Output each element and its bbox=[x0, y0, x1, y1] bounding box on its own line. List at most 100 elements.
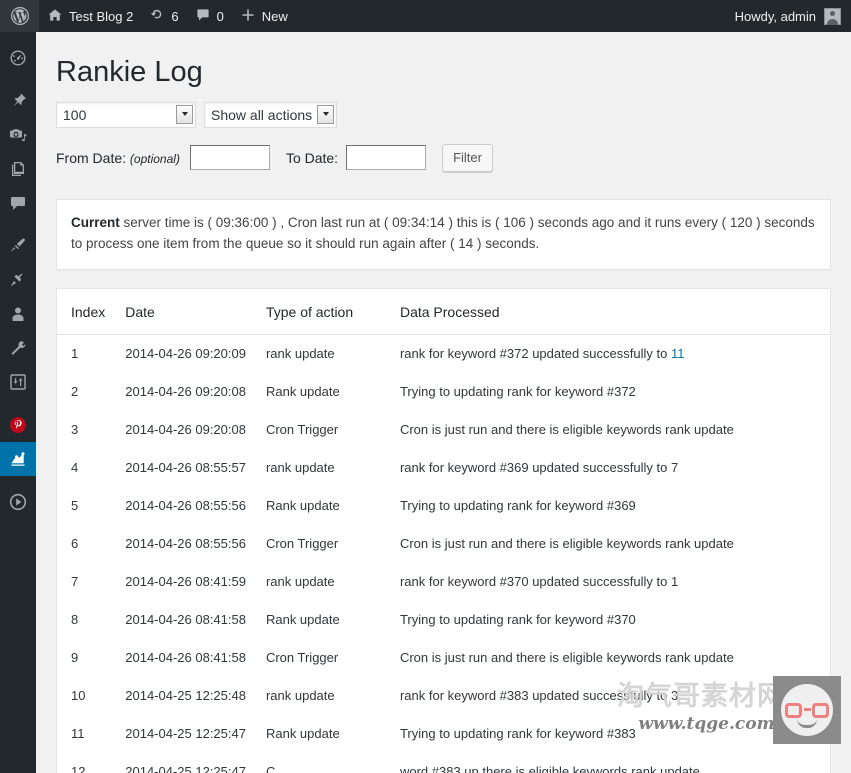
cell-date: 2014-04-26 08:55:56 bbox=[125, 535, 246, 551]
sidebar-item-media[interactable] bbox=[0, 118, 36, 152]
cell-date: 2014-04-26 08:41:59 bbox=[125, 573, 246, 589]
cell-date: 2014-04-26 09:20:09 bbox=[125, 345, 246, 361]
comment-bubble-icon bbox=[8, 193, 28, 213]
filter-controls: 100 Show all actions From Date: (optiona… bbox=[36, 92, 851, 172]
table-row: 1 2014-04-26 09:20:09 rank update rank for … bbox=[57, 334, 830, 373]
interval-seconds-value: 120 bbox=[729, 214, 753, 230]
notice-text-3: ) this is ( bbox=[444, 214, 504, 230]
next-run-seconds-value: 14 bbox=[458, 235, 474, 251]
cell-data-processed: Trying to updating rank for keyword #372 bbox=[399, 383, 636, 399]
cell-date: 2014-04-26 08:41:58 bbox=[125, 649, 246, 665]
new-content-menu[interactable]: New bbox=[232, 0, 296, 32]
action-filter-select-wrapper: Show all actions bbox=[204, 101, 337, 128]
table-row: 11 2014-04-25 12:25:47 Rank update Trying t… bbox=[57, 715, 830, 753]
sidebar-item-users[interactable] bbox=[0, 297, 36, 331]
site-name-menu[interactable]: Test Blog 2 bbox=[39, 0, 141, 32]
cell-index: 4 bbox=[71, 459, 79, 475]
per-page-select-wrapper: 100 bbox=[56, 101, 196, 128]
cell-date: 2014-04-25 12:25:47 bbox=[125, 725, 246, 741]
pin-icon bbox=[8, 91, 28, 111]
chart-icon bbox=[8, 449, 28, 469]
cell-index: 8 bbox=[71, 611, 79, 627]
sidebar-item-plugins[interactable] bbox=[0, 263, 36, 297]
avatar bbox=[824, 7, 841, 25]
home-icon bbox=[47, 7, 63, 26]
sidebar-item-dashboard[interactable] bbox=[0, 41, 36, 75]
cell-data-processed: Trying to updating rank for keyword #369 bbox=[399, 497, 636, 513]
log-table-container: Index Date Type of action Data Processed… bbox=[56, 287, 831, 773]
cell-index: 7 bbox=[71, 573, 79, 589]
table-header-row: Index Date Type of action Data Processed bbox=[57, 288, 830, 335]
action-filter-select[interactable]: Show all actions bbox=[204, 101, 337, 128]
notice-text-4: ) seconds ago and it runs every ( bbox=[525, 214, 730, 230]
column-header-type: Type of action bbox=[255, 288, 390, 335]
table-row: 5 2014-04-26 08:55:56 Rank update Trying to… bbox=[57, 487, 830, 525]
cell-date: 2014-04-26 08:55:56 bbox=[125, 497, 246, 513]
sidebar-item-pinterest[interactable] bbox=[0, 408, 36, 442]
updates-icon bbox=[149, 7, 165, 26]
play-circle-icon bbox=[8, 492, 28, 512]
wrench-icon bbox=[8, 338, 28, 358]
cell-type-of-action: rank update bbox=[265, 345, 335, 361]
cell-data-processed: Trying to updating rank for keyword #370 bbox=[399, 611, 636, 627]
data-processed-text: rank for keyword #372 updated successful… bbox=[399, 345, 671, 361]
my-account-menu[interactable]: Howdy, admin bbox=[735, 7, 851, 25]
cell-data-processed: Cron is just run and there is eligible k… bbox=[399, 649, 734, 665]
notice-text-2: ) , Cron last run at ( bbox=[268, 214, 393, 230]
sidebar-item-settings[interactable] bbox=[0, 365, 36, 399]
cell-data-processed: rank for keyword #372 updated successful… bbox=[390, 334, 830, 373]
user-icon bbox=[8, 304, 28, 324]
plug-icon bbox=[8, 270, 28, 290]
sidebar-item-rankie[interactable] bbox=[0, 442, 44, 476]
cell-type-of-action: rank update bbox=[265, 459, 335, 475]
notice-text-6: ) seconds. bbox=[473, 235, 540, 251]
comments-menu[interactable]: 0 bbox=[187, 0, 232, 32]
table-row: 10 2014-04-25 12:25:48 rank update rank for… bbox=[57, 677, 830, 715]
screen: Test Blog 2 6 0 New Howdy, admin Rankie … bbox=[0, 0, 851, 773]
table-row: 6 2014-04-26 08:55:56 Cron Trigger Cron is … bbox=[57, 525, 830, 563]
sidebar-item-posts[interactable] bbox=[0, 84, 36, 118]
sidebar-item-tools[interactable] bbox=[0, 331, 36, 365]
per-page-select[interactable]: 100 bbox=[56, 101, 196, 128]
updates-menu[interactable]: 6 bbox=[141, 0, 186, 32]
sidebar-separator-3 bbox=[0, 399, 36, 408]
sidebar-separator-1 bbox=[0, 75, 36, 84]
cell-date: 2014-04-26 08:55:57 bbox=[125, 459, 246, 475]
to-date-input[interactable] bbox=[346, 145, 427, 171]
content-area: Rankie Log 100 Show all actions From Dat… bbox=[36, 32, 851, 773]
sidebar-item-comments[interactable] bbox=[0, 186, 36, 220]
column-header-data: Data Processed bbox=[389, 288, 830, 335]
sidebar-item-pages[interactable] bbox=[0, 152, 36, 186]
rank-value-link[interactable]: 11 bbox=[671, 346, 685, 361]
cell-data-processed: word #383 up there is eligible keywords … bbox=[399, 763, 700, 773]
cell-type-of-action: Rank update bbox=[265, 725, 340, 741]
wordpress-logo-menu[interactable] bbox=[0, 0, 39, 32]
from-date-input[interactable] bbox=[189, 145, 270, 171]
pinterest-icon bbox=[8, 415, 28, 435]
cell-type-of-action: Cron Trigger bbox=[265, 649, 339, 665]
cell-date: 2014-04-25 12:25:48 bbox=[125, 687, 246, 703]
table-row: 9 2014-04-26 08:41:58 Cron Trigger Cron is … bbox=[57, 639, 830, 677]
sidebar-item-appearance[interactable] bbox=[0, 229, 36, 263]
cell-data-processed: Cron is just run and there is eligible k… bbox=[399, 535, 734, 551]
filter-button[interactable]: Filter bbox=[442, 143, 493, 172]
dashboard-gauge-icon bbox=[8, 48, 28, 68]
sidebar-item-media-player[interactable] bbox=[0, 485, 36, 519]
log-table: Index Date Type of action Data Processed… bbox=[57, 288, 830, 773]
cell-type-of-action: C bbox=[265, 763, 276, 773]
filter-row-dates: From Date: (optional) To Date: Filter bbox=[56, 143, 851, 172]
cell-index: 2 bbox=[71, 383, 79, 399]
cell-type-of-action: Rank update bbox=[265, 611, 340, 627]
server-time-value: 09:36:00 bbox=[215, 214, 269, 230]
updates-count: 6 bbox=[171, 8, 179, 24]
pages-icon bbox=[8, 159, 28, 179]
comments-count: 0 bbox=[216, 8, 224, 24]
log-table-body: 1 2014-04-26 09:20:09 rank update rank for … bbox=[57, 334, 830, 773]
camera-music-icon bbox=[8, 125, 28, 145]
cell-data-processed: Trying to updating rank for keyword #383 bbox=[399, 725, 636, 741]
cell-data-processed: rank for keyword #369 updated successful… bbox=[399, 459, 679, 475]
cell-type-of-action: Cron Trigger bbox=[265, 421, 339, 437]
to-date-label: To Date: bbox=[285, 149, 339, 166]
cell-date: 2014-04-26 09:20:08 bbox=[125, 383, 246, 399]
cell-type-of-action: rank update bbox=[265, 573, 335, 589]
